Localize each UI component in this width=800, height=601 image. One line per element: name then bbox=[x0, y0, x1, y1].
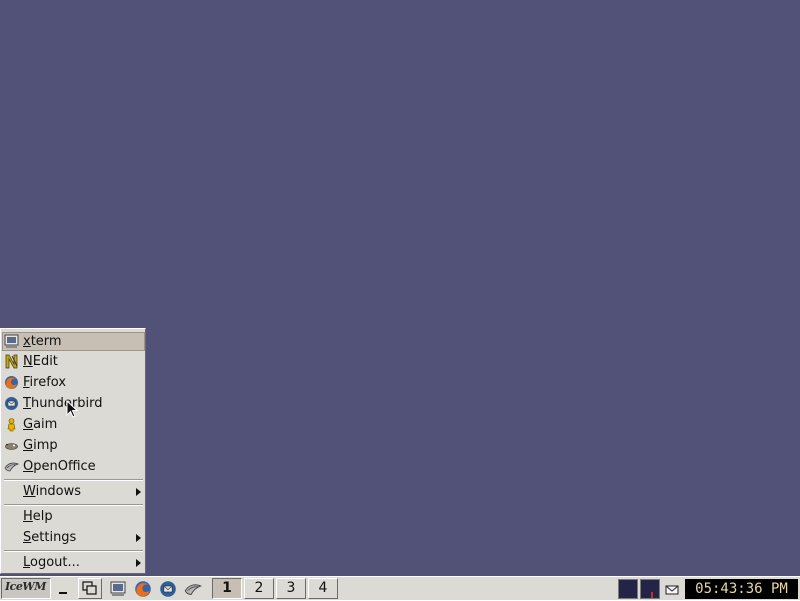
gaim-icon bbox=[4, 417, 19, 432]
show-desktop-button[interactable] bbox=[52, 578, 76, 599]
taskbar: IceWM 1 2 3 4 05:43:36 PM bbox=[0, 576, 800, 600]
submenu-arrow-icon bbox=[136, 559, 141, 567]
thunderbird-icon bbox=[4, 396, 19, 411]
network-monitor[interactable] bbox=[640, 579, 660, 599]
clock[interactable]: 05:43:36 PM bbox=[685, 579, 798, 599]
menu-item-nedit[interactable]: NEdit bbox=[2, 352, 145, 371]
quicklaunch-openoffice[interactable] bbox=[181, 578, 205, 599]
workspace-1-button[interactable]: 1 bbox=[212, 578, 242, 599]
submenu-arrow-icon bbox=[136, 534, 141, 542]
menu-item-help[interactable]: Help bbox=[2, 507, 145, 526]
mouse-pointer-icon bbox=[66, 399, 79, 422]
firefox-icon bbox=[4, 375, 19, 390]
gimp-icon bbox=[4, 438, 19, 453]
menu-item-gimp[interactable]: Gimp bbox=[2, 436, 145, 455]
openoffice-icon bbox=[4, 459, 20, 474]
menu-item-label: xterm bbox=[23, 334, 62, 349]
menu-item-label: OpenOffice bbox=[23, 459, 96, 474]
menu-item-settings[interactable]: Settings bbox=[2, 528, 145, 547]
workspace-3-button[interactable]: 3 bbox=[276, 578, 306, 599]
menu-separator bbox=[4, 479, 143, 481]
quicklaunch-terminal[interactable] bbox=[106, 578, 130, 599]
submenu-arrow-icon bbox=[136, 488, 141, 496]
menu-item-label: Help bbox=[23, 509, 53, 524]
menu-item-xterm[interactable]: xterm bbox=[2, 332, 145, 351]
menu-item-label: Firefox bbox=[23, 375, 67, 390]
cpu-monitor[interactable] bbox=[618, 579, 638, 599]
menu-item-openoffice[interactable]: OpenOffice bbox=[2, 457, 145, 476]
start-menu: xterm NEdit Firefox Thunderbird Gaim Gim… bbox=[0, 328, 146, 574]
terminal-icon bbox=[4, 334, 19, 349]
menu-item-logout[interactable]: Logout... bbox=[2, 553, 145, 572]
workspace-2-button[interactable]: 2 bbox=[244, 578, 274, 599]
menu-item-label: Thunderbird bbox=[23, 396, 103, 411]
menu-separator bbox=[4, 550, 143, 552]
menu-item-label: Windows bbox=[23, 484, 82, 499]
menu-item-label: Settings bbox=[23, 530, 77, 545]
quicklaunch-thunderbird[interactable] bbox=[156, 578, 180, 599]
quicklaunch-firefox[interactable] bbox=[131, 578, 155, 599]
menu-item-label: Gaim bbox=[23, 417, 58, 432]
workspace-4-button[interactable]: 4 bbox=[308, 578, 338, 599]
start-button[interactable]: IceWM bbox=[1, 578, 51, 599]
menu-item-firefox[interactable]: Firefox bbox=[2, 373, 145, 392]
nedit-icon bbox=[4, 354, 19, 369]
menu-separator bbox=[4, 504, 143, 506]
window-list-button[interactable] bbox=[78, 578, 102, 599]
mail-icon[interactable] bbox=[664, 582, 680, 596]
menu-item-label: Logout... bbox=[23, 555, 80, 570]
menu-item-windows[interactable]: Windows bbox=[2, 482, 145, 501]
icewm-logo: IceWM bbox=[5, 580, 46, 593]
menu-item-label: NEdit bbox=[23, 354, 58, 369]
menu-item-label: Gimp bbox=[23, 438, 58, 453]
